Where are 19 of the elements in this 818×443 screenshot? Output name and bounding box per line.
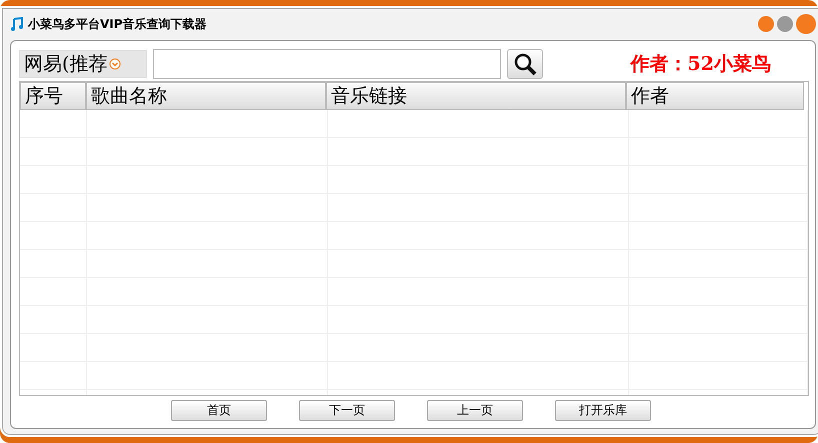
column-header[interactable]: 歌曲名称: [86, 82, 326, 110]
close-button[interactable]: [796, 14, 816, 34]
search-button[interactable]: [507, 49, 543, 79]
minimize-button[interactable]: [758, 16, 774, 32]
column-header[interactable]: 音乐链接: [326, 82, 626, 110]
search-icon: [513, 52, 537, 76]
page-button[interactable]: 打开乐库: [555, 400, 651, 420]
maximize-button[interactable]: [777, 16, 793, 32]
column-header[interactable]: 序号: [20, 82, 86, 110]
music-note-icon: [10, 17, 24, 31]
chevron-down-icon: [109, 58, 122, 70]
page-button[interactable]: 首页: [171, 400, 267, 420]
search-field[interactable]: [153, 49, 501, 79]
page-button[interactable]: 上一页: [427, 400, 523, 420]
window-title: 小菜鸟多平台VIP音乐查询下载器: [28, 16, 207, 32]
author-label: 作者：52小菜鸟: [630, 52, 771, 77]
source-dropdown[interactable]: 网易(推荐: [19, 50, 147, 78]
page-button[interactable]: 下一页: [299, 400, 395, 420]
column-header[interactable]: 作者: [626, 82, 804, 110]
